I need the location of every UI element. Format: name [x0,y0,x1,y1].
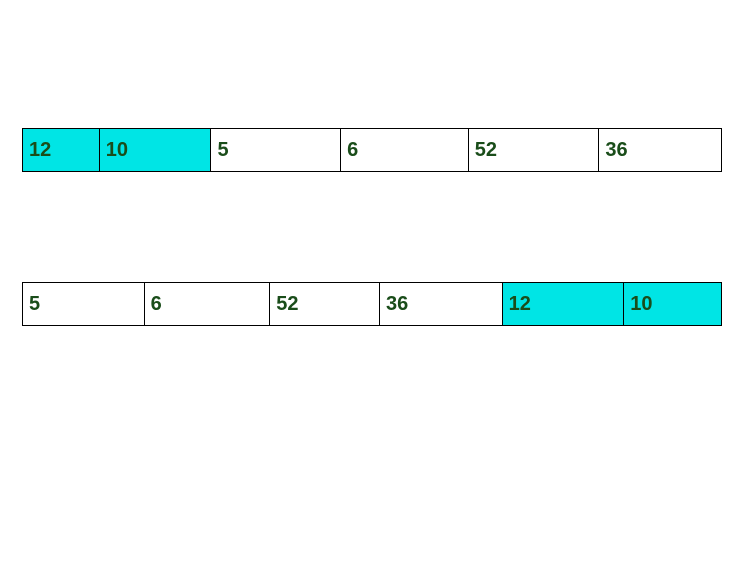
array-cell: 12 [23,129,100,171]
array-cell: 6 [341,129,469,171]
array-row-1: 12 10 5 6 52 36 [22,128,722,172]
array-cell: 10 [624,283,721,325]
array-cell: 52 [270,283,380,325]
array-cell: 36 [599,129,721,171]
array-cell: 10 [100,129,212,171]
array-cell: 5 [211,129,341,171]
array-cell: 12 [503,283,625,325]
array-cell: 5 [23,283,145,325]
array-row-2: 5 6 52 36 12 10 [22,282,722,326]
array-cell: 6 [145,283,271,325]
array-cell: 36 [380,283,503,325]
array-cell: 52 [469,129,600,171]
